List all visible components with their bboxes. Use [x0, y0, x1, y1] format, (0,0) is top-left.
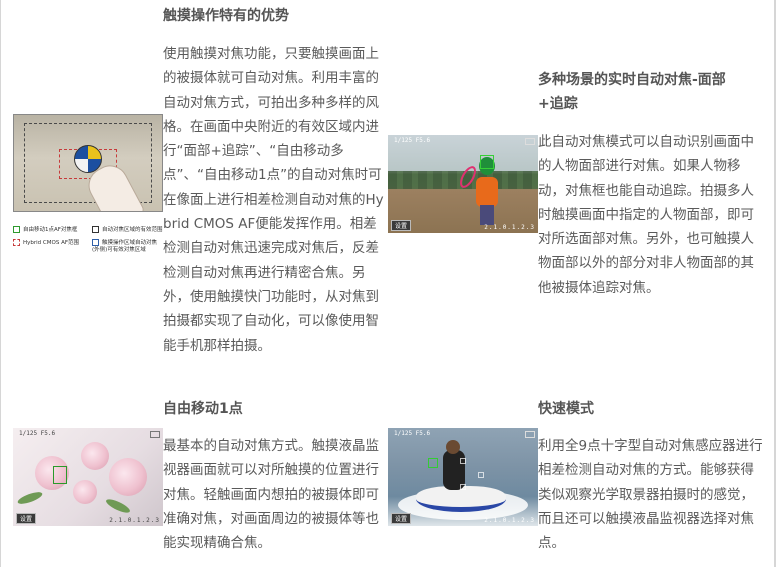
- section-title-quick-mode: 快速模式: [538, 401, 594, 417]
- legend-swatch-black: [92, 226, 99, 233]
- leaf: [16, 489, 44, 507]
- section-body-single-point: 最基本的自动对焦方式。触摸液晶监视器画面就可以对所触摸的位置进行对焦。轻触画面内…: [163, 438, 379, 552]
- selected-af-point: [428, 458, 438, 468]
- battery-icon: [525, 431, 535, 438]
- left-border: [0, 0, 1, 567]
- touch-af-demo-image: [13, 114, 163, 212]
- legend-item-touch-area: 触摸操作区域自动对焦(外侧)可有效对焦区域: [92, 239, 158, 253]
- camera-exposure-readout: 1/125 F5.6: [394, 430, 431, 437]
- legend-item-effective-range: 自动对焦区域的有效范围: [92, 226, 172, 234]
- rose-flower: [81, 442, 109, 470]
- section-title-face-tracking: 多种场景的实时自动对焦-面部+追踪: [538, 72, 726, 112]
- section-body-face-tracking: 此自动对焦模式可以自动识别画面中的人物面部进行对焦。如果人物移动，对焦框也能自动…: [538, 134, 754, 296]
- section-title-touch-advantages: 触摸操作特有的优势: [163, 8, 289, 24]
- legend-item-freemove: 自由移动1点AF对焦框: [13, 226, 83, 234]
- face-detection-frame: [480, 155, 494, 169]
- quick-mode-demo-image: 1/125 F5.6 设置 2.1.0.1.2.3: [388, 428, 538, 526]
- legend-item-hybrid-range: Hybrid CMOS AF范围: [13, 239, 93, 247]
- af-point: [478, 472, 484, 478]
- camera-exposure-readout: 1/125 F5.6: [394, 137, 431, 144]
- legend-swatch-red: [13, 239, 20, 246]
- settings-chip: 设置: [16, 513, 37, 524]
- camera-status-readout: 2.1.0.1.2.3: [484, 517, 535, 524]
- camera-status-readout: 2.1.0.1.2.3: [484, 224, 535, 231]
- af-point: [460, 458, 466, 464]
- rose-flower: [73, 480, 97, 504]
- boy-subject: [476, 177, 498, 207]
- af-point: [460, 484, 466, 490]
- face-tracking-demo-image: 1/125 F5.6 设置 2.1.0.1.2.3: [388, 135, 538, 233]
- settings-chip: 设置: [391, 220, 412, 231]
- section-body-quick-mode: 利用全9点十字型自动对焦感应器进行相差检测自动对焦的方式。能够获得类似观察光学取…: [538, 438, 763, 552]
- battery-icon: [150, 431, 160, 438]
- leaf: [104, 496, 132, 516]
- camera-exposure-readout: 1/125 F5.6: [19, 430, 56, 437]
- section-title-single-point: 自由移动1点: [163, 401, 243, 417]
- section-body-touch-advantages: 使用触摸对焦功能，只要触摸画面上的被摄体就可自动对焦。利用丰富的自动对焦方式，可…: [163, 46, 384, 354]
- battery-icon: [525, 138, 535, 145]
- legend-swatch-blue: [92, 239, 99, 246]
- boy-legs: [480, 205, 494, 225]
- rose-flower: [109, 458, 147, 496]
- single-point-af-demo-image: 1/125 F5.6 设置 2.1.0.1.2.3: [13, 428, 163, 526]
- settings-chip: 设置: [391, 513, 412, 524]
- camera-status-readout: 2.1.0.1.2.3: [109, 517, 160, 524]
- legend-swatch-green: [13, 226, 20, 233]
- rider-head: [446, 440, 460, 454]
- af-point-frame: [53, 466, 67, 484]
